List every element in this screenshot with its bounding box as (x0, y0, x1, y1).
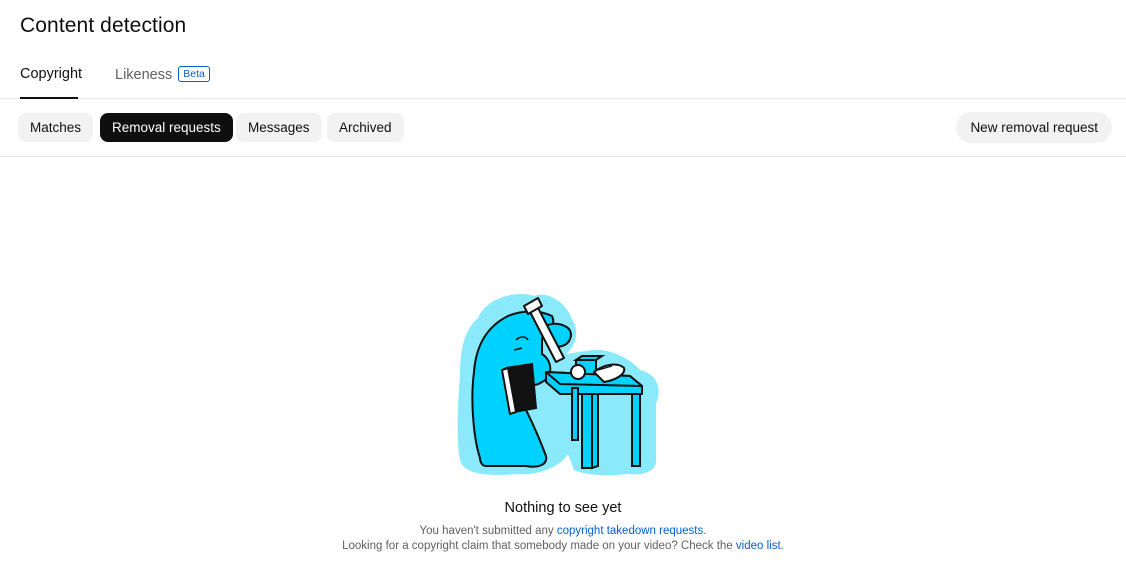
filter-chip-archived[interactable]: Archived (327, 113, 404, 142)
beta-badge: Beta (178, 66, 210, 82)
empty-state-title: Nothing to see yet (504, 500, 622, 516)
empty-state-line-2: Looking for a copyright claim that someb… (0, 540, 1126, 552)
filter-chip-removal-requests[interactable]: Removal requests (100, 113, 233, 142)
tab-bar: Copyright Likeness Beta (0, 56, 1126, 99)
empty-state-line-2-text: Looking for a copyright claim that someb… (342, 540, 736, 552)
page-title: Content detection (20, 14, 187, 37)
content-detection-page: Content detection Copyright Likeness Beta… (0, 0, 1126, 567)
video-list-link[interactable]: video list (736, 540, 781, 552)
tab-copyright[interactable]: Copyright (20, 66, 82, 99)
empty-state-line-1-suffix: . (703, 525, 707, 537)
filter-chip-messages[interactable]: Messages (236, 113, 322, 142)
filter-chip-matches[interactable]: Matches (18, 113, 94, 142)
empty-state-line-2-suffix: . (780, 540, 784, 552)
copyright-takedown-requests-link[interactable]: copyright takedown requests (557, 525, 703, 537)
empty-state-line-1: You haven't submitted any copyright take… (0, 525, 1126, 537)
new-removal-request-button[interactable]: New removal request (956, 112, 1112, 143)
tab-likeness-label: Likeness (115, 67, 173, 83)
empty-state-line-1-text: You haven't submitted any (419, 525, 557, 537)
filter-bar: Matches Removal requests Messages Archiv… (0, 99, 1126, 157)
tab-likeness[interactable]: Likeness Beta (115, 66, 215, 98)
tab-copyright-label: Copyright (20, 66, 83, 82)
empty-state-illustration (456, 290, 662, 476)
